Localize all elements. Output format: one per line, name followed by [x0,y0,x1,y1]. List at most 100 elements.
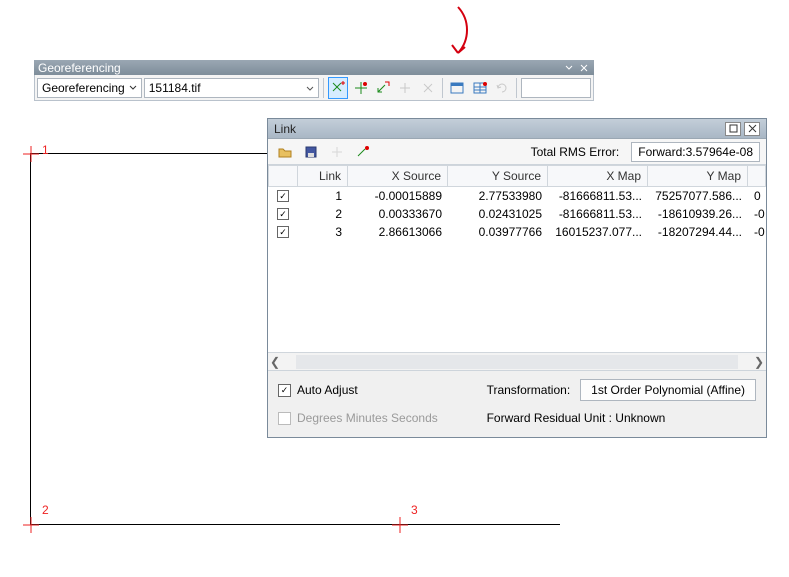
cell-xmap: 16015237.077... [548,225,648,239]
zoom-to-link-icon [397,80,413,96]
crosshair-icon [21,515,41,535]
select-link-icon [375,80,391,96]
delete-link-tool-button[interactable] [352,141,374,163]
control-point-2[interactable] [21,515,41,538]
residual-unit-label: Forward Residual Unit : Unknown [487,411,756,425]
select-link-button[interactable] [373,77,393,99]
control-point-3[interactable] [390,515,410,538]
separator [516,78,517,98]
georeferencing-toolbar: Georeferencing Georeferencing 151184.tif [34,60,594,101]
horizontal-scrollbar[interactable]: ❮ ❯ [268,352,766,370]
cell-xmap: -81666811.53... [548,207,648,221]
open-button[interactable] [274,141,296,163]
rotate-button [492,77,512,99]
cell-res: 0 [748,189,766,203]
raster-edge [30,153,31,524]
cell-link: 1 [298,189,348,203]
cell-ymap: 75257077.586... [648,189,748,203]
rotation-input[interactable] [521,78,591,98]
delete-link-icon [420,80,436,96]
annotation-arrow [438,5,478,65]
link-toolbar: Total RMS Error: Forward:3.57964e-08 [268,139,766,165]
cell-xmap: -81666811.53... [548,189,648,203]
transformation-label: Transformation: [487,383,571,397]
table-body: ✓ 1 -0.00015889 2.77533980 -81666811.53.… [268,187,766,352]
save-icon [303,144,319,160]
maximize-icon [729,124,738,133]
georeferencing-menu-label: Georeferencing [42,81,125,95]
cell-link: 2 [298,207,348,221]
auto-adjust-checkbox[interactable]: ✓ [278,384,291,397]
cell-res: -0 [748,225,766,239]
cell-ysource: 2.77533980 [448,189,548,203]
link-footer: ✓ Auto Adjust Transformation: 1st Order … [268,371,766,437]
cell-xsource: 0.00333670 [348,207,448,221]
georeferencing-menu[interactable]: Georeferencing [37,78,142,98]
auto-adjust-label: Auto Adjust [297,383,358,397]
georeferencing-title: Georeferencing [38,61,121,75]
link-window: Link Total RMS E [267,118,767,438]
link-table-button[interactable] [469,77,489,99]
rms-error-value: Forward:3.57964e-08 [631,142,760,162]
cell-ysource: 0.02431025 [448,207,548,221]
layer-combo[interactable]: 151184.tif [144,78,319,98]
col-xmap[interactable]: X Map [548,165,648,187]
row-checkbox[interactable]: ✓ [277,190,289,202]
save-button[interactable] [300,141,322,163]
row-checkbox[interactable]: ✓ [277,208,289,220]
cell-xsource: 2.86613066 [348,225,448,239]
auto-registration-icon [353,80,369,96]
cell-xsource: -0.00015889 [348,189,448,203]
chevron-down-icon [306,81,314,95]
scroll-right-icon[interactable]: ❯ [752,355,766,369]
col-xsource[interactable]: X Source [348,165,448,187]
rms-error-label: Total RMS Error: [531,145,620,159]
cell-link: 3 [298,225,348,239]
rotate-icon [494,80,510,96]
georeferencing-titlebar[interactable]: Georeferencing [34,60,594,75]
control-point-label: 1 [42,143,49,157]
cell-ymap: -18207294.44... [648,225,748,239]
table-row[interactable]: ✓ 1 -0.00015889 2.77533980 -81666811.53.… [268,187,766,205]
table-header: Link X Source Y Source X Map Y Map [268,165,766,187]
close-icon[interactable] [577,62,590,74]
col-link[interactable]: Link [298,165,348,187]
layer-name: 151184.tif [149,81,201,95]
crosshair-icon [390,515,410,535]
table-row[interactable]: ✓ 2 0.00333670 0.02431025 -81666811.53..… [268,205,766,223]
viewer-window-icon [449,80,465,96]
viewer-window-button[interactable] [447,77,467,99]
link-titlebar[interactable]: Link [268,119,766,139]
close-icon [748,124,757,133]
link-window-title: Link [274,122,296,136]
delete-link-icon [355,144,371,160]
delete-link-button [418,77,438,99]
table-row[interactable]: ✓ 3 2.86613066 0.03977766 16015237.077..… [268,223,766,241]
row-checkbox[interactable]: ✓ [277,226,289,238]
auto-registration-button[interactable] [350,77,370,99]
control-point-label: 3 [411,503,418,517]
scroll-track[interactable] [296,355,738,369]
add-link-icon [329,144,345,160]
open-icon [277,144,293,160]
cell-ysource: 0.03977766 [448,225,548,239]
crosshair-icon [21,144,41,164]
close-button[interactable] [744,122,760,136]
add-control-points-icon [330,80,346,96]
raster-edge [30,524,560,525]
add-control-points-button[interactable] [328,77,348,99]
control-point-1[interactable] [21,144,41,167]
col-check[interactable] [268,165,298,187]
separator [323,78,324,98]
chevron-down-icon [129,85,137,91]
toolbar-options-icon[interactable] [562,62,575,74]
scroll-left-icon[interactable]: ❮ [268,355,282,369]
col-ysource[interactable]: Y Source [448,165,548,187]
col-residual[interactable] [748,165,766,187]
separator [442,78,443,98]
link-table: Link X Source Y Source X Map Y Map ✓ 1 -… [268,165,766,371]
col-ymap[interactable]: Y Map [648,165,748,187]
dms-label: Degrees Minutes Seconds [297,411,438,425]
maximize-button[interactable] [725,122,741,136]
transformation-button[interactable]: 1st Order Polynomial (Affine) [580,379,756,401]
